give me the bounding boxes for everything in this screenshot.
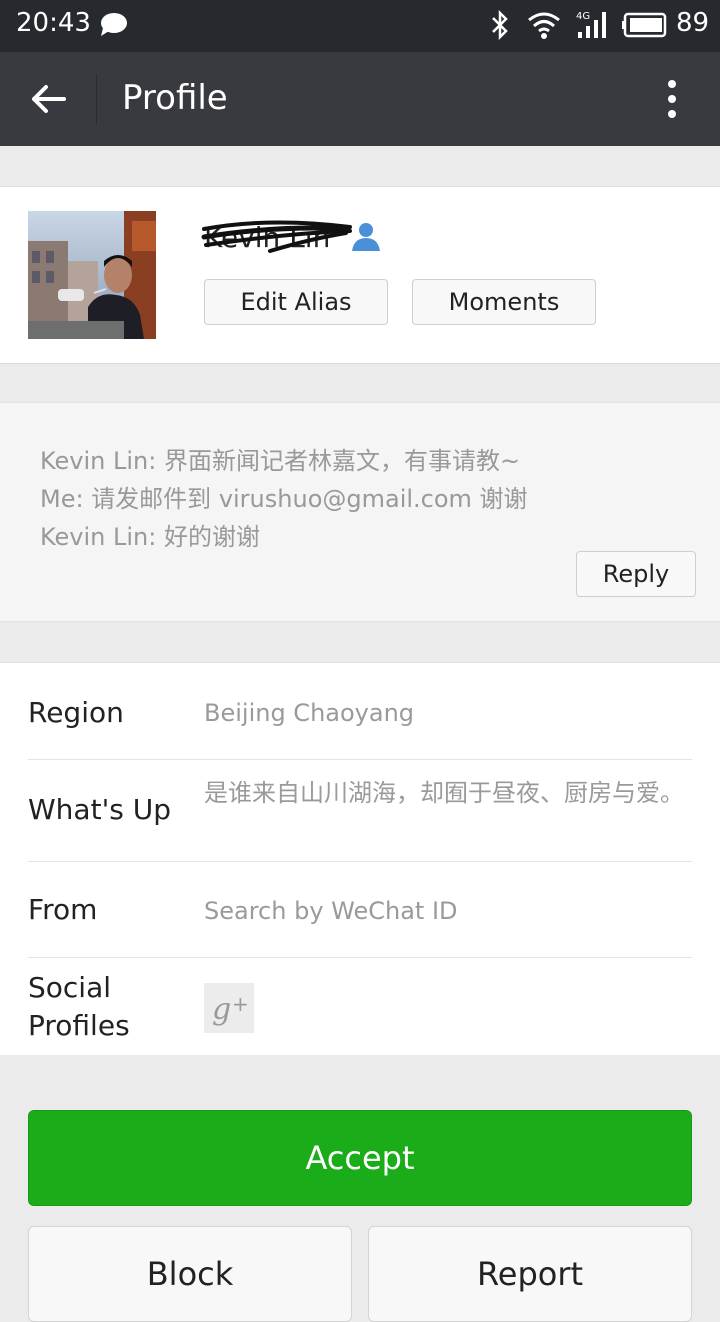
page-title: Profile	[122, 78, 228, 118]
back-arrow-icon[interactable]	[24, 74, 74, 124]
accept-button[interactable]: Accept	[28, 1110, 692, 1206]
region-label: Region	[28, 696, 124, 729]
message-line: Kevin Lin: 界面新闻记者林嘉文，有事请教~	[40, 447, 521, 475]
status-time: 20:43	[16, 8, 91, 38]
battery-icon	[622, 12, 667, 38]
whats-up-value: 是谁来自山川湖海，却囿于昼夜、厨房与爱。	[204, 779, 684, 807]
app-bar: Profile	[0, 52, 720, 146]
reply-button[interactable]: Reply	[576, 551, 696, 597]
social-profiles-row[interactable]: Social Profiles g +	[28, 957, 692, 1055]
message-line: Me: 请发邮件到 virushuo@gmail.com 谢谢	[40, 485, 528, 513]
from-value: Search by WeChat ID	[204, 897, 458, 925]
bluetooth-icon	[492, 10, 508, 40]
avatar[interactable]	[28, 211, 156, 339]
block-button[interactable]: Block	[28, 1226, 352, 1322]
report-button[interactable]: Report	[368, 1226, 692, 1322]
svg-text:g: g	[212, 992, 231, 1027]
whats-up-label: What's Up	[28, 793, 172, 826]
contact-person-icon	[352, 223, 380, 251]
region-value: Beijing Chaoyang	[204, 699, 415, 727]
chat-bubble-icon	[101, 13, 127, 36]
from-label: From	[28, 893, 98, 926]
profile-card: Kevin Lin Edit Alias Moments	[0, 186, 720, 364]
verification-messages: Kevin Lin: 界面新闻记者林嘉文，有事请教~ Me: 请发邮件到 vir…	[0, 402, 720, 622]
profile-info-list: Region Beijing Chaoyang What's Up 是谁来自山川…	[0, 662, 720, 1055]
svg-text:4G: 4G	[576, 11, 590, 22]
moments-button[interactable]: Moments	[412, 279, 596, 325]
wifi-icon	[528, 12, 560, 39]
edit-alias-button[interactable]: Edit Alias	[204, 279, 388, 325]
social-profiles-label: Social Profiles	[28, 971, 130, 1042]
google-plus-icon[interactable]: g +	[204, 983, 254, 1033]
svg-text:+: +	[232, 992, 249, 1016]
appbar-divider	[96, 74, 97, 124]
status-bar: 20:43 4G 89	[0, 0, 720, 52]
signal-4g-icon: 4G	[576, 11, 606, 38]
message-line: Kevin Lin: 好的谢谢	[40, 523, 260, 551]
whats-up-row: What's Up 是谁来自山川湖海，却囿于昼夜、厨房与爱。	[28, 759, 692, 862]
name-redaction-scribble	[201, 220, 352, 253]
more-vertical-icon[interactable]	[652, 74, 692, 124]
battery-level: 89	[676, 8, 710, 38]
from-row: From Search by WeChat ID	[28, 861, 692, 958]
region-row: Region Beijing Chaoyang	[28, 663, 692, 760]
